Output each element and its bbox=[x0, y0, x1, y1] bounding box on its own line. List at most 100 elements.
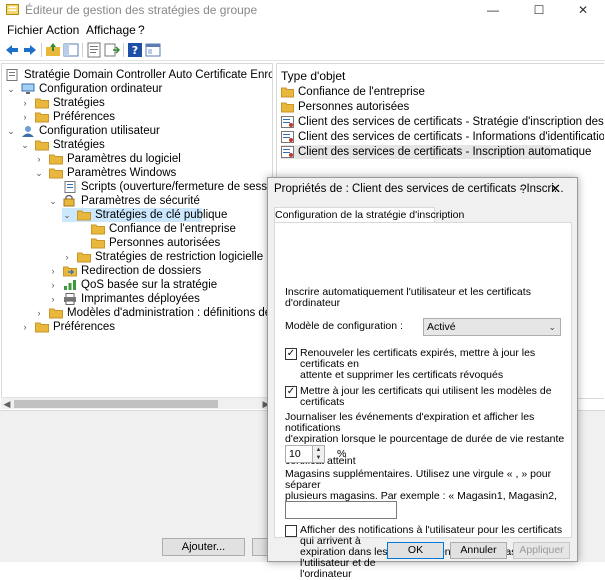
tree-label: Configuration ordinateur bbox=[39, 83, 163, 95]
add-button[interactable]: Ajouter... bbox=[162, 538, 245, 556]
tree-label: Confiance de l'entreprise bbox=[109, 223, 236, 235]
folder-icon bbox=[35, 140, 49, 151]
menu-fichier[interactable]: Fichier bbox=[7, 23, 43, 37]
maximize-button[interactable]: ☐ bbox=[516, 0, 562, 20]
toolbar: ? bbox=[0, 39, 605, 61]
spinner-arrows-icon[interactable]: ▲ ▼ bbox=[312, 446, 324, 462]
chevron-down-icon[interactable]: ⌄ bbox=[6, 124, 16, 138]
list-item-selected[interactable]: Client des services de certificats - Ins… bbox=[281, 145, 591, 159]
notify-user-checkbox[interactable] bbox=[285, 525, 297, 537]
expiry-percent-spinner[interactable]: 10 ▲ ▼ bbox=[285, 445, 325, 463]
printer-icon bbox=[64, 293, 76, 305]
dialog-help-button[interactable]: ? bbox=[520, 182, 527, 196]
chevron-right-icon[interactable]: › bbox=[48, 264, 58, 278]
configuration-model-select[interactable]: Activé ⌄ bbox=[423, 318, 561, 336]
tree-label: Modèles d'administration : définitions d… bbox=[67, 307, 272, 319]
folder-icon bbox=[91, 224, 105, 235]
forward-icon[interactable] bbox=[22, 42, 38, 58]
cert-policy-icon bbox=[281, 131, 294, 143]
additional-stores-input[interactable] bbox=[285, 501, 397, 519]
chevron-right-icon[interactable]: › bbox=[34, 306, 44, 320]
tree-label: Imprimantes déployées bbox=[81, 293, 200, 305]
chevron-right-icon[interactable]: › bbox=[48, 278, 58, 292]
tree-label: Paramètres du logiciel bbox=[67, 153, 181, 165]
tree-label: Configuration utilisateur bbox=[39, 125, 160, 137]
tree-item-public-key-policies[interactable]: ⌄ Stratégies de clé publique bbox=[62, 208, 227, 222]
tree-pane: Stratégie Domain Controller Auto Certifi… bbox=[1, 63, 273, 399]
update-templates-label: Mettre à jour les certificats qui utilis… bbox=[300, 385, 552, 408]
tree-label: Préférences bbox=[53, 111, 116, 123]
security-icon bbox=[63, 195, 75, 207]
folder-icon bbox=[77, 252, 91, 263]
chevron-right-icon[interactable]: › bbox=[48, 292, 58, 306]
menu-help[interactable]: ? bbox=[138, 23, 145, 37]
ok-button[interactable]: OK bbox=[387, 542, 444, 559]
chevron-right-icon[interactable]: › bbox=[20, 320, 30, 334]
tree-label: Stratégies bbox=[53, 97, 105, 109]
chevron-down-icon: ⌄ bbox=[548, 322, 556, 332]
console-icon[interactable] bbox=[145, 42, 161, 58]
secondary-button[interactable] bbox=[252, 538, 268, 556]
expiry-percent-value: 10 bbox=[289, 448, 301, 460]
cancel-button[interactable]: Annuler bbox=[450, 542, 507, 559]
menu-bar: Fichier Action Affichage ? bbox=[0, 20, 605, 39]
close-window-button[interactable]: ✕ bbox=[560, 0, 605, 20]
chevron-right-icon[interactable]: › bbox=[34, 152, 44, 166]
dialog-close-button[interactable]: ✕ bbox=[550, 181, 561, 197]
scrollbar-thumb[interactable] bbox=[14, 400, 218, 408]
folder-icon bbox=[49, 168, 63, 179]
computer-config-icon bbox=[21, 83, 35, 94]
chevron-down-icon[interactable]: ⌄ bbox=[48, 194, 58, 208]
svg-text:?: ? bbox=[132, 44, 138, 57]
show-hide-tree-icon[interactable] bbox=[63, 42, 79, 58]
model-label: Modèle de configuration : bbox=[285, 320, 403, 332]
column-header-object-type[interactable]: Type d'objet bbox=[281, 69, 345, 83]
tree-label: QoS basée sur la stratégie bbox=[81, 279, 218, 291]
back-icon[interactable] bbox=[4, 42, 20, 58]
help-icon[interactable]: ? bbox=[127, 42, 143, 58]
folder-icon bbox=[35, 322, 49, 333]
properties-icon[interactable] bbox=[86, 42, 102, 58]
tree-horizontal-scrollbar[interactable]: ◀ ▶ bbox=[1, 397, 273, 409]
chevron-down-icon[interactable]: ⌄ bbox=[20, 138, 30, 152]
chevron-down-icon[interactable]: ⌄ bbox=[6, 82, 16, 96]
menu-action[interactable]: Action bbox=[46, 23, 79, 37]
minimize-button[interactable]: — bbox=[470, 0, 516, 20]
apply-button[interactable]: Appliquer bbox=[513, 542, 570, 559]
folder-redirect-icon bbox=[63, 266, 77, 277]
tree-label: Paramètres Windows bbox=[67, 167, 177, 179]
renew-certificates-checkbox[interactable]: ✓ bbox=[285, 348, 297, 360]
tree-label: Stratégie Domain Controller Auto Certifi… bbox=[24, 69, 272, 81]
chevron-down-icon[interactable]: ⌄ bbox=[34, 166, 44, 180]
list-item-label: Client des services de certificats - Str… bbox=[298, 116, 604, 128]
tree-label: Paramètres de sécurité bbox=[81, 195, 200, 207]
cert-policy-icon bbox=[281, 146, 294, 158]
folder-icon bbox=[35, 112, 49, 123]
menu-affichage[interactable]: Affichage bbox=[86, 23, 136, 37]
up-folder-icon[interactable] bbox=[45, 42, 61, 58]
folder-icon bbox=[91, 238, 105, 249]
list-item-label: Personnes autorisées bbox=[298, 101, 410, 113]
tab-enrollment-policy[interactable]: Configuration de la stratégie d'inscript… bbox=[274, 207, 464, 223]
chevron-down-icon[interactable]: ⌄ bbox=[62, 208, 72, 222]
chevron-right-icon[interactable]: › bbox=[62, 250, 72, 264]
qos-icon bbox=[64, 280, 76, 290]
chevron-right-icon[interactable]: › bbox=[20, 110, 30, 124]
scroll-left-arrow-icon[interactable]: ◀ bbox=[1, 398, 13, 410]
title-bar: Éditeur de gestion des stratégies de gro… bbox=[0, 0, 605, 20]
gpo-editor-icon bbox=[6, 4, 19, 15]
chevron-right-icon[interactable]: › bbox=[20, 96, 30, 110]
tree-label: Stratégies de clé publique bbox=[95, 209, 228, 221]
window-title: Éditeur de gestion des stratégies de gro… bbox=[25, 3, 258, 17]
update-templates-checkbox[interactable]: ✓ bbox=[285, 386, 297, 398]
tree-label: Redirection de dossiers bbox=[81, 265, 202, 277]
list-item-label: Client des services de certificats - Inf… bbox=[298, 131, 604, 143]
policy-icon bbox=[6, 69, 18, 81]
renew-certificates-label: Renouveler les certificats expirés, mett… bbox=[300, 347, 536, 381]
properties-dialog: Propriétés de : Client des services de c… bbox=[267, 177, 578, 580]
folder-icon bbox=[281, 102, 294, 113]
expiry-log-text: Journaliser les événements d'expiration … bbox=[285, 411, 565, 467]
tree-label: Préférences bbox=[53, 321, 116, 333]
script-icon bbox=[64, 181, 76, 193]
export-list-icon[interactable] bbox=[104, 42, 120, 58]
